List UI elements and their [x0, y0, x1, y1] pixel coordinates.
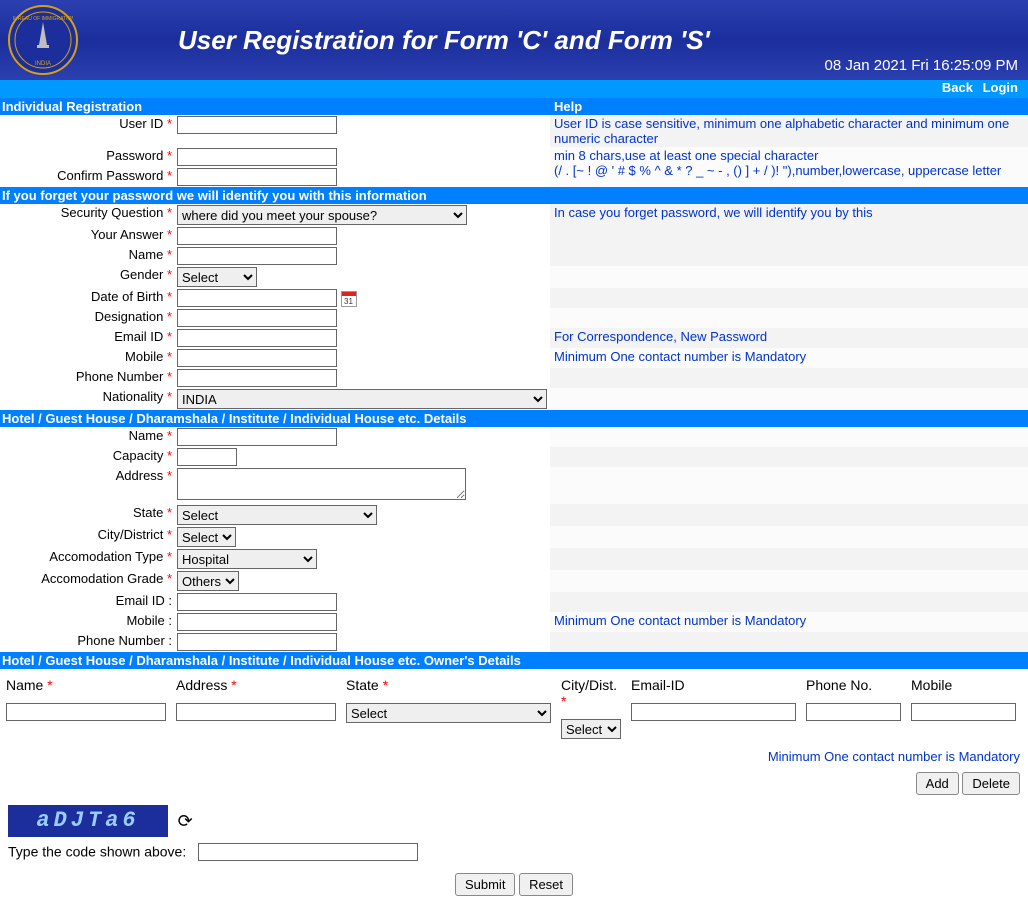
back-link[interactable]: Back [942, 80, 973, 95]
label-city: City/District [98, 527, 164, 542]
label-mobile: Mobile [125, 349, 163, 364]
owner-phone-input[interactable] [806, 703, 901, 721]
captcha-input[interactable] [198, 843, 418, 861]
refresh-icon[interactable]: ⟳ [178, 811, 193, 832]
hotel-mobile-input[interactable] [177, 613, 337, 631]
header: BUREAU OF IMMIGRATION INDIA User Registra… [0, 0, 1028, 80]
label-capacity: Capacity [113, 448, 164, 463]
emblem-logo: BUREAU OF IMMIGRATION INDIA [8, 5, 78, 75]
state-select[interactable]: Select [177, 505, 377, 525]
label-confirm-password: Confirm Password [57, 168, 163, 183]
login-link[interactable]: Login [983, 80, 1018, 95]
owner-mobile-hint: Minimum One contact number is Mandatory [0, 745, 1028, 768]
mobile-input[interactable] [177, 349, 337, 367]
captcha-label: Type the code shown above: [8, 844, 186, 860]
submit-button[interactable]: Submit [455, 873, 515, 896]
label-hotel-phone: Phone Number : [77, 633, 172, 648]
section-hotel: Hotel / Guest House / Dharamshala / Inst… [0, 410, 1028, 427]
help-password: min 8 chars,use at least one special cha… [550, 147, 1028, 187]
accom-grade-select[interactable]: Others [177, 571, 239, 591]
label-phone: Phone Number [76, 369, 163, 384]
label-email: Email ID [114, 329, 163, 344]
phone-input[interactable] [177, 369, 337, 387]
capacity-input[interactable] [177, 448, 237, 466]
city-select[interactable]: Select [177, 527, 236, 547]
timestamp: 08 Jan 2021 Fri 16:25:09 PM [825, 57, 1018, 74]
security-question-select[interactable]: where did you meet your spouse? [177, 205, 467, 225]
help-hotel-mobile: Minimum One contact number is Mandatory [550, 612, 1028, 632]
label-user-id: User ID [119, 116, 163, 131]
help-user-id: User ID is case sensitive, minimum one a… [550, 115, 1028, 147]
section-individual: Individual Registration [0, 98, 550, 115]
owner-state-select[interactable]: Select [346, 703, 551, 723]
calendar-icon[interactable] [341, 291, 357, 307]
section-owner: Hotel / Guest House / Dharamshala / Inst… [0, 652, 1028, 669]
owner-head-name: Name [6, 677, 43, 693]
owner-head-address: Address [176, 677, 227, 693]
label-address: Address [116, 468, 164, 483]
label-state: State [133, 505, 163, 520]
hotel-name-input[interactable] [177, 428, 337, 446]
owner-address-input[interactable] [176, 703, 336, 721]
owner-head-state: State [346, 677, 379, 693]
owner-email-input[interactable] [631, 703, 796, 721]
help-security: In case you forget password, we will ide… [550, 204, 1028, 246]
label-hotel-email: Email ID : [116, 593, 172, 608]
owner-head-email: Email-ID [631, 677, 796, 693]
label-designation: Designation [95, 309, 164, 324]
svg-text:INDIA: INDIA [35, 61, 51, 67]
label-security-q: Security Question [61, 205, 164, 220]
confirm-password-input[interactable] [177, 168, 337, 186]
label-nationality: Nationality [103, 389, 164, 404]
label-name: Name [129, 247, 164, 262]
label-hotel-mobile: Mobile : [126, 613, 172, 628]
nationality-select[interactable]: INDIA [177, 389, 547, 409]
hotel-phone-input[interactable] [177, 633, 337, 651]
label-dob: Date of Birth [91, 289, 163, 304]
captcha-image: aDJTa6 [8, 805, 168, 837]
owner-details-row: Name * Address * State * Select City/Dis… [0, 669, 1028, 745]
hotel-email-input[interactable] [177, 593, 337, 611]
accom-type-select[interactable]: Hospital [177, 549, 317, 569]
owner-city-select[interactable]: Select [561, 719, 621, 739]
name-input[interactable] [177, 247, 337, 265]
password-input[interactable] [177, 148, 337, 166]
owner-head-phone: Phone No. [806, 677, 901, 693]
page-title: User Registration for Form 'C' and Form … [178, 25, 710, 56]
address-textarea[interactable] [177, 468, 466, 500]
owner-mobile-input[interactable] [911, 703, 1016, 721]
reset-button[interactable]: Reset [519, 873, 573, 896]
help-mobile: Minimum One contact number is Mandatory [550, 348, 1028, 368]
email-input[interactable] [177, 329, 337, 347]
label-hotel-name: Name [129, 428, 164, 443]
label-accom-grade: Accomodation Grade [41, 571, 163, 586]
add-button[interactable]: Add [916, 772, 959, 795]
label-answer: Your Answer [91, 227, 164, 242]
delete-button[interactable]: Delete [962, 772, 1020, 795]
section-help: Help [550, 98, 1028, 115]
dob-input[interactable] [177, 289, 337, 307]
owner-head-city: City/Dist. [561, 677, 617, 693]
help-email: For Correspondence, New Password [550, 328, 1028, 348]
owner-head-mobile: Mobile [911, 677, 1016, 693]
label-password: Password [106, 148, 163, 163]
designation-input[interactable] [177, 309, 337, 327]
section-forgot: If you forget your password we will iden… [0, 187, 1028, 204]
answer-input[interactable] [177, 227, 337, 245]
label-accom-type: Accomodation Type [49, 549, 163, 564]
owner-name-input[interactable] [6, 703, 166, 721]
svg-text:BUREAU OF IMMIGRATION: BUREAU OF IMMIGRATION [13, 16, 73, 22]
top-nav: Back Login [0, 80, 1028, 98]
user-id-input[interactable] [177, 116, 337, 134]
label-gender: Gender [120, 267, 163, 282]
gender-select[interactable]: Select [177, 267, 257, 287]
